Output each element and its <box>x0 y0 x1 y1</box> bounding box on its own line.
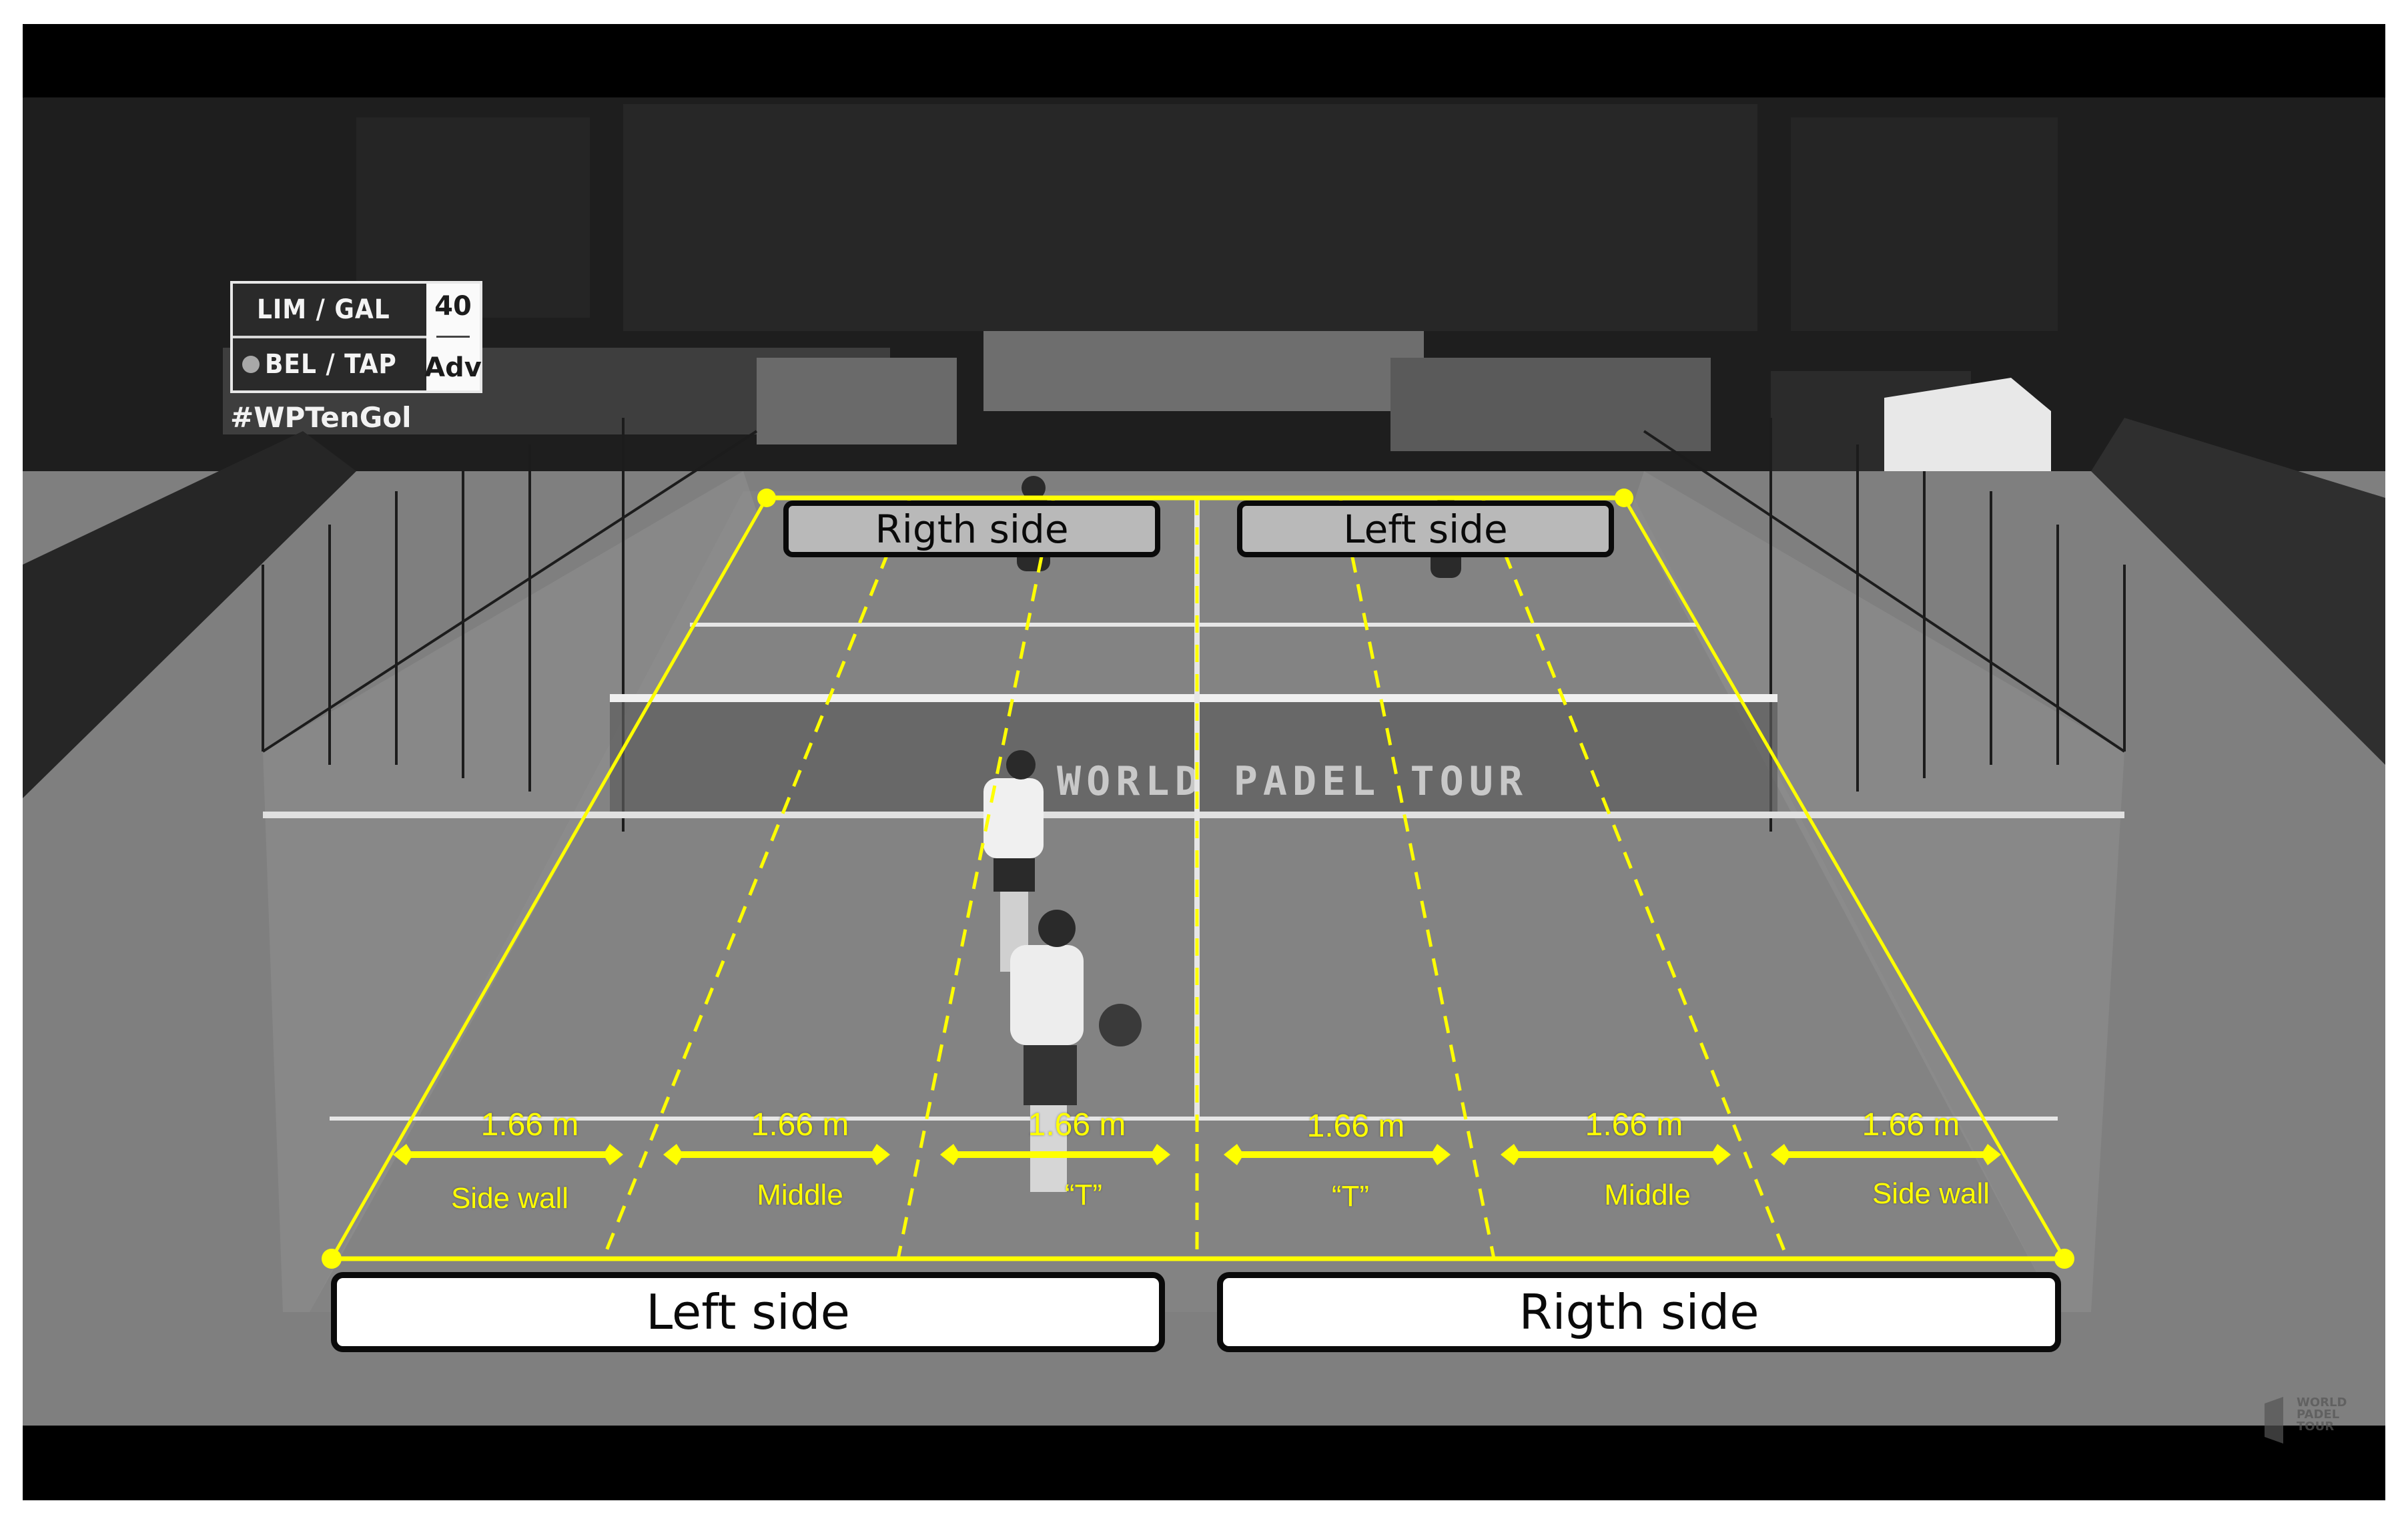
zone-3-width: 1.66 m <box>1028 1107 1126 1143</box>
scoreboard-row-team1: LIM / GAL <box>233 284 426 336</box>
broadcast-still: WORLD PADEL TOUR LIM / GAL BEL / TAP 40 … <box>23 97 2385 1426</box>
far-label-right-side: Rigth side <box>783 501 1160 557</box>
net-banner: WORLD PADEL TOUR <box>1057 758 1528 805</box>
corner-point-near-left <box>322 1249 342 1269</box>
zone-5-width: 1.66 m <box>1585 1107 1683 1143</box>
far-label-left-side: Left side <box>1237 501 1614 557</box>
zone-4-width: 1.66 m <box>1306 1109 1405 1144</box>
scoreboard-points: 40 Adv <box>424 284 482 390</box>
score-divider <box>436 336 470 338</box>
zone-2-width: 1.66 m <box>751 1107 849 1143</box>
team2-name: BEL / TAP <box>265 349 397 380</box>
wpt-watermark: WORLD PADEL TOUR <box>2262 1392 2355 1445</box>
team1-score: 40 <box>434 290 472 322</box>
zone-6-name: Side wall <box>1872 1177 1990 1210</box>
wpt-logo-icon <box>2265 1397 2283 1444</box>
corner-point-far-left <box>757 489 776 507</box>
sponsor-board-adeslas <box>757 358 957 444</box>
team1-name: LIM / GAL <box>257 294 390 325</box>
corner-point-near-right <box>2054 1249 2074 1269</box>
sponsor-board-center <box>983 331 1424 411</box>
near-label-right-side: Rigth side <box>1217 1272 2061 1352</box>
hashtag: #WPTenGol <box>230 401 412 434</box>
corner-point-far-right <box>1615 489 1633 507</box>
zone-3-name: “T” <box>1064 1179 1103 1211</box>
zone-2-name: Middle <box>757 1179 843 1211</box>
scoreboard: LIM / GAL BEL / TAP 40 Adv <box>230 281 482 393</box>
scoreboard-teams: LIM / GAL BEL / TAP <box>233 284 426 390</box>
sponsor-board-right <box>1390 358 1711 451</box>
zone-5-name: Middle <box>1604 1179 1691 1211</box>
team2-score: Adv <box>424 352 482 384</box>
zone-1-name: Side wall <box>450 1182 569 1215</box>
near-label-left-side: Left side <box>331 1272 1165 1352</box>
serve-indicator-icon <box>242 356 260 373</box>
scoreboard-row-team2: BEL / TAP <box>233 336 426 390</box>
zone-6-width: 1.66 m <box>1862 1107 1960 1143</box>
zone-4-name: “T” <box>1331 1180 1370 1213</box>
zone-1-width: 1.66 m <box>480 1107 579 1143</box>
wpt-watermark-text: WORLD PADEL TOUR <box>2297 1396 2347 1434</box>
